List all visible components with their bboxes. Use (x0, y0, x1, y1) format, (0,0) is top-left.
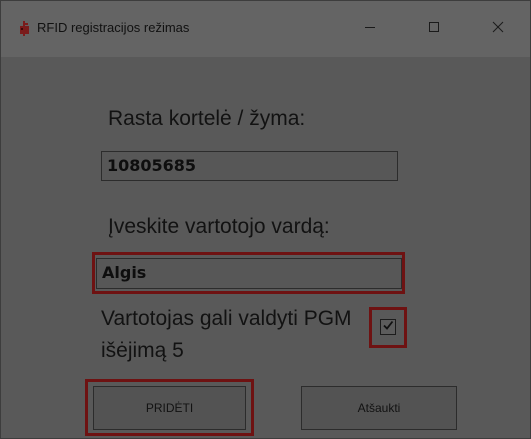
username-label: Įveskite vartotojo vardą: (108, 215, 330, 238)
dialog-body: Rasta kortelė / žyma: 10805685 Įveskite … (1, 57, 530, 438)
add-button[interactable]: PRIDĖTI (93, 386, 246, 430)
checkmark-icon (382, 318, 394, 336)
pgm-permission-label: Vartotojas gali valdyti PGM išėjimą 5 (101, 307, 352, 362)
rfid-registration-dialog: RFID registracijos režimas Rasta kortelė… (0, 0, 531, 439)
title-bar[interactable]: RFID registracijos režimas (1, 1, 530, 57)
pgm-permission-checkbox[interactable] (380, 319, 396, 335)
minimize-button[interactable] (345, 1, 395, 57)
rfid-app-icon (19, 21, 30, 36)
window-title: RFID registracijos režimas (37, 20, 190, 35)
minimize-icon (364, 20, 376, 38)
close-button[interactable] (473, 1, 523, 57)
maximize-button[interactable] (409, 1, 459, 57)
card-found-label: Rasta kortelė / žyma: (108, 107, 306, 130)
username-input[interactable]: Algis (96, 258, 402, 289)
close-icon (492, 20, 504, 38)
card-id-field[interactable]: 10805685 (101, 151, 398, 181)
maximize-icon (428, 20, 440, 38)
cancel-button[interactable]: Atšaukti (301, 386, 457, 430)
